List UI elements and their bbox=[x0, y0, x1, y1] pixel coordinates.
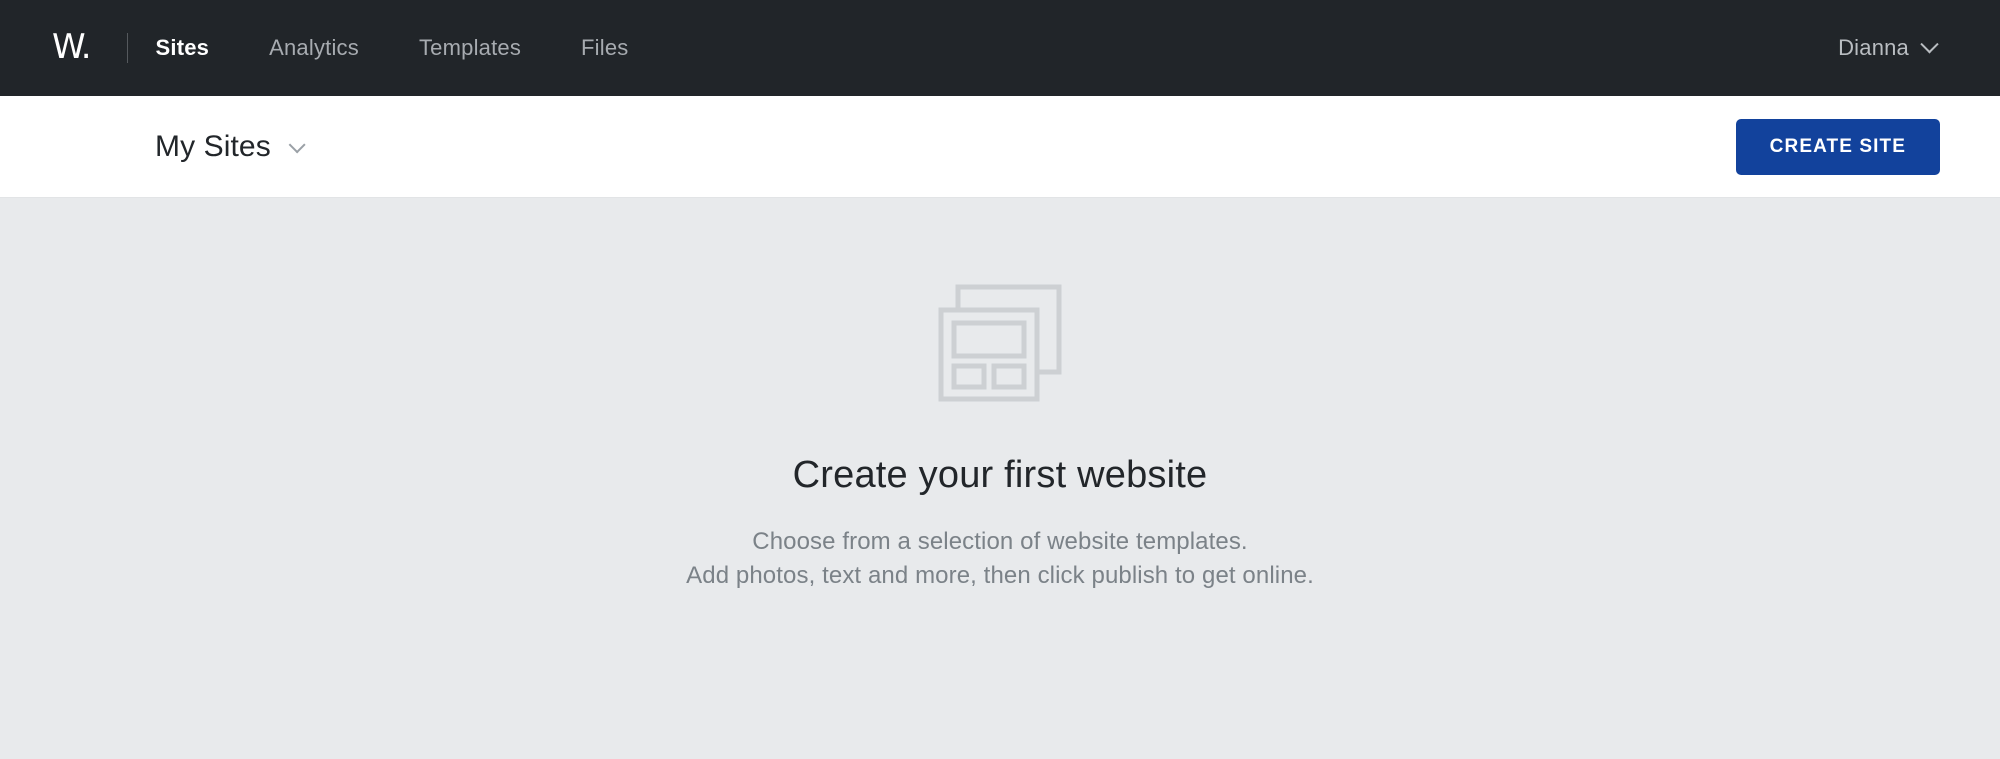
nav-item-label: Files bbox=[581, 35, 629, 60]
nav-item-label: Templates bbox=[418, 35, 522, 60]
sub-header-bar: My Sites CREATE SITE bbox=[0, 96, 2000, 198]
nav-item-files[interactable]: Files bbox=[551, 27, 658, 69]
user-name-label: Dianna bbox=[1838, 35, 1909, 60]
empty-state-line-2: Add photos, text and more, then click pu… bbox=[686, 562, 1314, 590]
nav-item-label: Analytics bbox=[269, 35, 359, 60]
nav-item-sites[interactable]: Sites bbox=[156, 27, 240, 69]
brand[interactable]: W. bbox=[52, 30, 92, 67]
my-sites-dropdown[interactable]: My Sites bbox=[155, 129, 306, 164]
website-layout-icon bbox=[936, 282, 1064, 404]
user-menu[interactable]: Dianna bbox=[1834, 27, 1940, 69]
main-content: Create your first website Choose from a … bbox=[0, 198, 2000, 759]
logo-icon[interactable]: W. bbox=[52, 30, 92, 67]
chevron-down-icon bbox=[1920, 34, 1939, 53]
empty-state-line-1: Choose from a selection of website templ… bbox=[752, 528, 1248, 555]
page-title: My Sites bbox=[155, 129, 271, 163]
nav-item-templates[interactable]: Templates bbox=[389, 27, 551, 69]
empty-state-title: Create your first website bbox=[792, 454, 1208, 496]
main-nav: Sites Analytics Templates Files bbox=[156, 27, 659, 69]
nav-item-analytics[interactable]: Analytics bbox=[239, 27, 389, 69]
create-site-button[interactable]: CREATE SITE bbox=[1735, 118, 1940, 175]
nav-item-label: Sites bbox=[155, 35, 210, 60]
chevron-down-icon bbox=[288, 135, 306, 153]
brand-divider bbox=[126, 33, 128, 63]
top-navigation-bar: W. Sites Analytics Templates Files Diann… bbox=[0, 0, 2000, 96]
